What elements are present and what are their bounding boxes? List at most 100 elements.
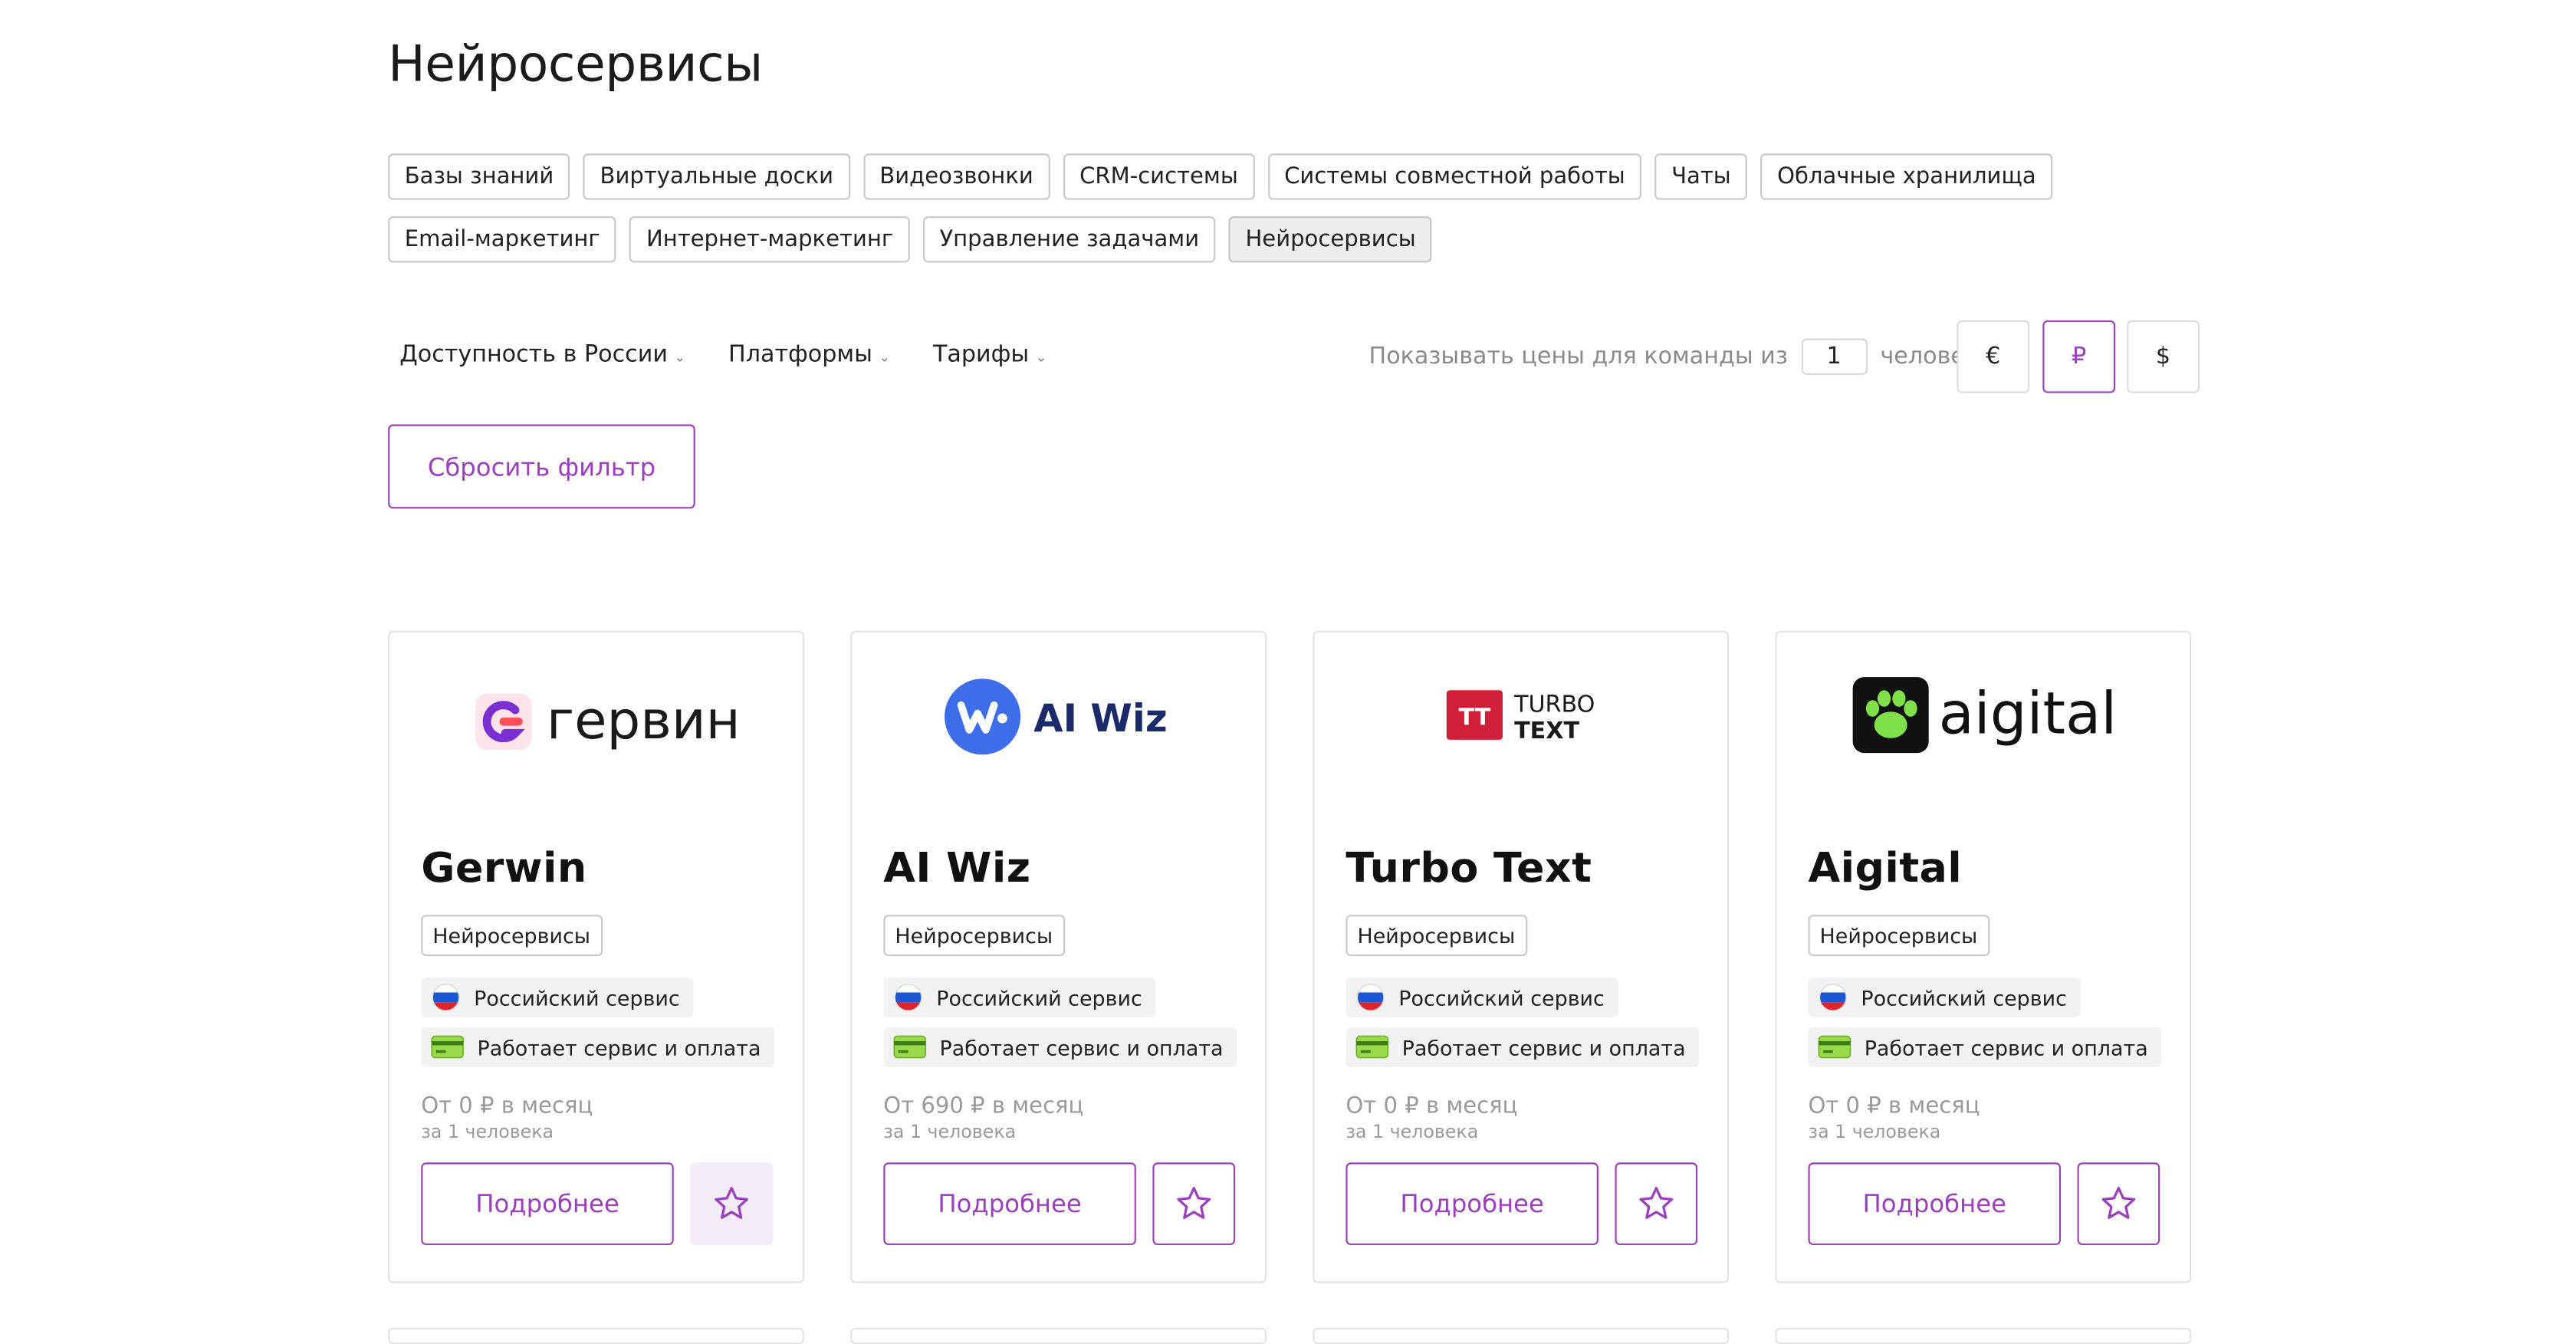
russia-flag-icon xyxy=(894,984,922,1011)
category-chip[interactable]: Системы совместной работы xyxy=(1267,153,1642,200)
category-tag[interactable]: Нейросервисы xyxy=(1346,915,1527,957)
category-tag[interactable]: Нейросервисы xyxy=(1808,915,1990,957)
team-size-prefix: Показывать цены для команды из xyxy=(1368,343,1788,370)
star-icon xyxy=(1639,1187,1674,1219)
price-note: за 1 человека xyxy=(1346,1121,1479,1143)
category-tag[interactable]: Нейросервисы xyxy=(421,915,603,957)
category-chips: Базы знаний Виртуальные доски Видеозвонк… xyxy=(388,153,2204,263)
category-chip-active[interactable]: Нейросервисы xyxy=(1228,216,1433,263)
service-name: Aigital xyxy=(1808,843,1963,892)
details-button[interactable]: Подробнее xyxy=(1346,1162,1598,1246)
service-card-next-row xyxy=(388,1327,804,1344)
category-chip[interactable]: CRM-системы xyxy=(1063,153,1255,200)
category-chip[interactable]: Облачные хранилища xyxy=(1760,153,2053,200)
payment-label: Работает сервис и оплата xyxy=(1864,1034,2148,1060)
russia-flag-icon xyxy=(1356,984,1385,1011)
russian-service-label: Российский сервис xyxy=(1861,984,2067,1010)
star-icon xyxy=(2101,1187,2136,1219)
price-text: От 0 ₽ в месяц xyxy=(421,1093,593,1120)
platforms-dropdown[interactable]: Платформы ⌄ xyxy=(728,342,890,368)
russian-service-badge: Российский сервис xyxy=(1808,978,2081,1017)
payment-label: Работает сервис и оплата xyxy=(477,1034,761,1060)
details-button[interactable]: Подробнее xyxy=(1808,1162,2062,1246)
service-logo: aigital xyxy=(1777,633,2190,797)
price-note: за 1 человека xyxy=(883,1121,1017,1143)
turbotext-logo-line2: TEXT xyxy=(1514,718,1579,744)
price-note: за 1 человека xyxy=(1808,1121,1941,1143)
currency-rub-button[interactable]: ₽ xyxy=(2042,320,2116,393)
service-name: AI Wiz xyxy=(883,843,1031,892)
payment-badge: Работает сервис и оплата xyxy=(883,1027,1237,1067)
details-button[interactable]: Подробнее xyxy=(883,1162,1136,1246)
aigital-logo-icon: aigital xyxy=(1852,677,2117,754)
category-chip[interactable]: Виртуальные доски xyxy=(583,153,850,200)
russia-flag-icon xyxy=(432,984,460,1011)
chevron-down-icon: ⌄ xyxy=(1035,349,1047,364)
team-size: Показывать цены для команды из 1 человек… xyxy=(1368,338,1993,375)
service-card[interactable]: AI Wiz AI Wiz Нейросервисы Российский се… xyxy=(850,630,1267,1283)
page: Нейросервисы Базы знаний Виртуальные дос… xyxy=(0,0,2576,1344)
gerwin-logo-icon: гервин xyxy=(475,690,737,751)
service-logo: TT TURBO TEXT xyxy=(1314,633,1727,797)
aiwiz-logo-text: AI Wiz xyxy=(1033,696,1167,741)
price-text: От 0 ₽ в месяц xyxy=(1808,1093,1980,1120)
chevron-down-icon: ⌄ xyxy=(674,349,686,364)
service-card[interactable]: aigital Aigital Нейросервисы Российский … xyxy=(1775,630,2192,1283)
payment-badge: Работает сервис и оплата xyxy=(1346,1027,1699,1067)
payment-badge: Работает сервис и оплата xyxy=(1808,1027,2161,1067)
aiwiz-logo-icon: AI Wiz xyxy=(945,679,1168,755)
price-text: От 690 ₽ в месяц xyxy=(883,1093,1084,1120)
favorite-button[interactable] xyxy=(1615,1162,1698,1246)
russian-service-badge: Российский сервис xyxy=(883,978,1156,1017)
filter-bar: Доступность в России ⌄ Платформы ⌄ Тариф… xyxy=(399,342,1046,368)
platforms-label: Платформы xyxy=(728,341,872,369)
favorite-button[interactable] xyxy=(1152,1162,1236,1246)
star-icon xyxy=(715,1187,749,1219)
service-card-next-row xyxy=(1313,1327,1730,1344)
turbotext-logo-line1: TURBO xyxy=(1513,691,1595,718)
category-chip[interactable]: Управление задачами xyxy=(922,216,1216,263)
availability-dropdown[interactable]: Доступность в России ⌄ xyxy=(399,342,685,368)
payment-label: Работает сервис и оплата xyxy=(939,1034,1224,1060)
russian-service-badge: Российский сервис xyxy=(1346,978,1618,1017)
category-chip[interactable]: Email-маркетинг xyxy=(388,216,617,263)
credit-card-icon xyxy=(431,1035,465,1059)
currency-usd-button[interactable]: $ xyxy=(2127,320,2200,393)
star-icon xyxy=(1177,1187,1211,1219)
price-note: за 1 человека xyxy=(421,1121,554,1143)
service-card[interactable]: гервин Gerwin Нейросервисы Российский се… xyxy=(388,630,804,1283)
category-chip[interactable]: Чаты xyxy=(1654,153,1748,200)
russian-service-label: Российский сервис xyxy=(936,984,1142,1010)
favorite-button[interactable] xyxy=(690,1162,774,1246)
credit-card-icon xyxy=(1818,1035,1852,1059)
payment-label: Работает сервис и оплата xyxy=(1401,1034,1686,1060)
category-tag[interactable]: Нейросервисы xyxy=(883,915,1065,957)
service-card-next-row xyxy=(850,1327,1267,1344)
details-button[interactable]: Подробнее xyxy=(421,1162,674,1246)
category-chip[interactable]: Базы знаний xyxy=(388,153,570,200)
russia-flag-icon xyxy=(1819,984,1847,1011)
service-card-next-row xyxy=(1775,1327,2192,1344)
service-logo: AI Wiz xyxy=(852,633,1264,797)
service-name: Turbo Text xyxy=(1346,843,1592,892)
payment-badge: Работает сервис и оплата xyxy=(421,1027,774,1067)
team-size-input[interactable]: 1 xyxy=(1801,338,1868,375)
service-card[interactable]: TT TURBO TEXT Turbo Text Нейросервисы Ро… xyxy=(1313,630,1730,1283)
credit-card-icon xyxy=(1355,1035,1389,1059)
russian-service-label: Российский сервис xyxy=(474,984,680,1010)
category-chip[interactable]: Интернет-маркетинг xyxy=(629,216,910,263)
turbotext-logo-mark: TT xyxy=(1458,705,1490,731)
turbotext-logo-icon: TT TURBO TEXT xyxy=(1446,690,1595,744)
price-text: От 0 ₽ в месяц xyxy=(1346,1093,1518,1120)
currency-eur-button[interactable]: € xyxy=(1957,320,2030,393)
reset-filter-button[interactable]: Сбросить фильтр xyxy=(388,424,695,509)
favorite-button[interactable] xyxy=(2077,1162,2160,1246)
availability-label: Доступность в России xyxy=(399,341,668,369)
service-logo: гервин xyxy=(389,633,802,797)
russian-service-label: Российский сервис xyxy=(1398,984,1605,1010)
tariffs-label: Тарифы xyxy=(932,341,1030,369)
tariffs-dropdown[interactable]: Тарифы ⌄ xyxy=(933,342,1046,368)
credit-card-icon xyxy=(893,1035,927,1059)
category-chip[interactable]: Видеозвонки xyxy=(863,153,1050,200)
gerwin-logo-text: гервин xyxy=(547,690,737,751)
